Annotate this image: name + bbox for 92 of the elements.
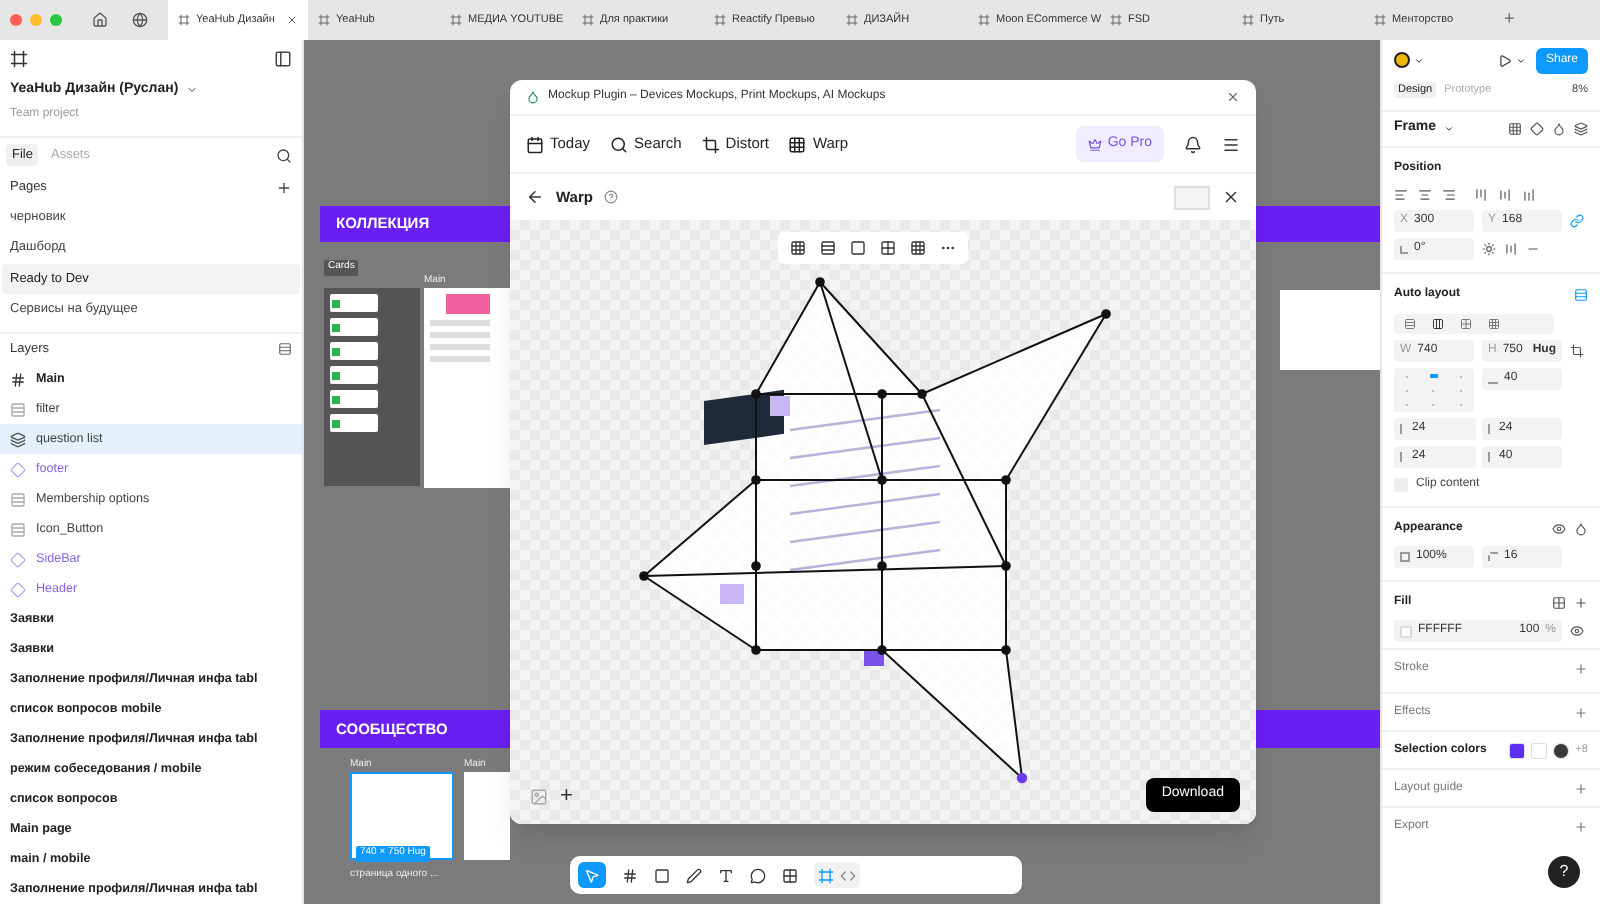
grid-icon[interactable] xyxy=(910,240,926,256)
align-top-icon[interactable] xyxy=(1474,188,1488,202)
add-icon[interactable] xyxy=(1574,596,1588,610)
shape-tool-icon[interactable] xyxy=(654,867,670,883)
help-icon[interactable] xyxy=(604,190,619,204)
visibility-icon[interactable] xyxy=(1552,522,1566,536)
corner-radius-icon xyxy=(1488,552,1498,562)
align-middle-icon[interactable] xyxy=(1498,188,1512,202)
chevron-icon[interactable] xyxy=(1515,55,1526,65)
styles-icon[interactable] xyxy=(1552,596,1566,610)
auto-layout-icon xyxy=(10,401,26,417)
file-icon xyxy=(178,14,190,26)
globe-icon[interactable] xyxy=(132,12,148,28)
align-center-icon[interactable] xyxy=(1418,188,1432,202)
text-tool-icon[interactable] xyxy=(718,867,734,883)
file-icon xyxy=(582,14,594,26)
close-icon[interactable] xyxy=(1226,90,1240,104)
instance-icon xyxy=(10,461,26,477)
layers-icon[interactable] xyxy=(1574,122,1588,136)
present-icon[interactable] xyxy=(1497,53,1512,67)
thumbnail[interactable] xyxy=(1174,185,1210,209)
padding-icon xyxy=(1487,424,1493,434)
add-page-icon[interactable] xyxy=(276,179,292,196)
align-left-icon[interactable] xyxy=(1394,188,1408,202)
padding-icon xyxy=(1400,424,1406,434)
move-tool[interactable] xyxy=(578,862,606,888)
add-button[interactable]: + xyxy=(560,786,573,808)
cursor-icon xyxy=(584,867,600,883)
horizontal-icon[interactable] xyxy=(1432,318,1444,330)
file-icon xyxy=(1110,14,1122,26)
link-icon[interactable] xyxy=(1570,214,1584,228)
auto-layout-icon xyxy=(10,491,26,507)
resize-icon[interactable] xyxy=(1570,344,1584,358)
search-icon xyxy=(610,135,629,153)
visibility-icon[interactable] xyxy=(1570,624,1584,638)
file-icon xyxy=(1374,14,1386,26)
opacity-icon xyxy=(1400,552,1410,562)
collapse-icon[interactable] xyxy=(278,342,292,357)
close-icon[interactable] xyxy=(286,14,298,26)
app-logo-icon[interactable] xyxy=(10,49,28,68)
color-swatch[interactable] xyxy=(1531,743,1546,757)
angle-icon xyxy=(1400,245,1408,253)
new-tab-button[interactable]: + xyxy=(1504,6,1515,34)
color-swatch[interactable] xyxy=(1509,743,1524,757)
avatar[interactable] xyxy=(1394,52,1410,68)
auto-layout-icon xyxy=(10,521,26,537)
bell-icon[interactable] xyxy=(1184,135,1202,153)
calendar-icon xyxy=(526,135,544,153)
home-icon[interactable] xyxy=(92,12,108,28)
padding-icon xyxy=(1400,452,1406,462)
frame-tool-icon[interactable] xyxy=(622,867,638,883)
crown-icon xyxy=(1087,137,1102,151)
plugin-logo-icon xyxy=(526,90,540,104)
padding-icon xyxy=(1487,452,1493,462)
panel-toggle-icon[interactable] xyxy=(274,49,292,68)
warp-rows-icon[interactable] xyxy=(820,240,836,256)
grid-icon[interactable] xyxy=(880,240,896,256)
warp-mesh-icon[interactable] xyxy=(790,240,806,256)
file-icon xyxy=(714,14,726,26)
square-icon[interactable] xyxy=(850,240,866,256)
grid-icon xyxy=(788,135,807,153)
component-icon[interactable] xyxy=(1530,122,1544,136)
file-icon xyxy=(1242,14,1254,26)
grid-icon[interactable] xyxy=(1508,122,1522,136)
direction-control[interactable] xyxy=(1394,314,1554,334)
code-icon xyxy=(840,867,856,883)
color-swatch[interactable] xyxy=(1553,743,1568,757)
pen-tool-icon[interactable] xyxy=(686,867,702,883)
vertical-icon[interactable] xyxy=(1404,318,1416,330)
file-icon xyxy=(978,14,990,26)
wrap-icon[interactable] xyxy=(1460,318,1472,330)
flip-icon[interactable] xyxy=(1504,242,1518,256)
auto-layout-icon[interactable] xyxy=(1574,288,1588,302)
mode-toggle[interactable] xyxy=(814,862,860,888)
design-mode-icon xyxy=(818,867,834,883)
file-icon xyxy=(318,14,330,26)
menu-icon[interactable] xyxy=(1222,135,1240,153)
frame-icon xyxy=(10,371,26,387)
file-icon xyxy=(450,14,462,26)
close-icon[interactable] xyxy=(1222,188,1240,206)
file-icon xyxy=(846,14,858,26)
align-right-icon[interactable] xyxy=(1442,188,1456,202)
back-icon[interactable] xyxy=(526,188,544,206)
comment-tool-icon[interactable] xyxy=(750,867,766,883)
chevron-icon[interactable] xyxy=(1414,55,1424,65)
align-bottom-icon[interactable] xyxy=(1522,188,1536,202)
chevron-icon[interactable] xyxy=(1444,124,1455,134)
crop-icon xyxy=(701,135,720,153)
stack-icon xyxy=(10,431,26,447)
actions-icon[interactable] xyxy=(782,867,798,883)
search-icon[interactable] xyxy=(276,147,292,164)
help-button[interactable]: ? xyxy=(1548,856,1580,888)
